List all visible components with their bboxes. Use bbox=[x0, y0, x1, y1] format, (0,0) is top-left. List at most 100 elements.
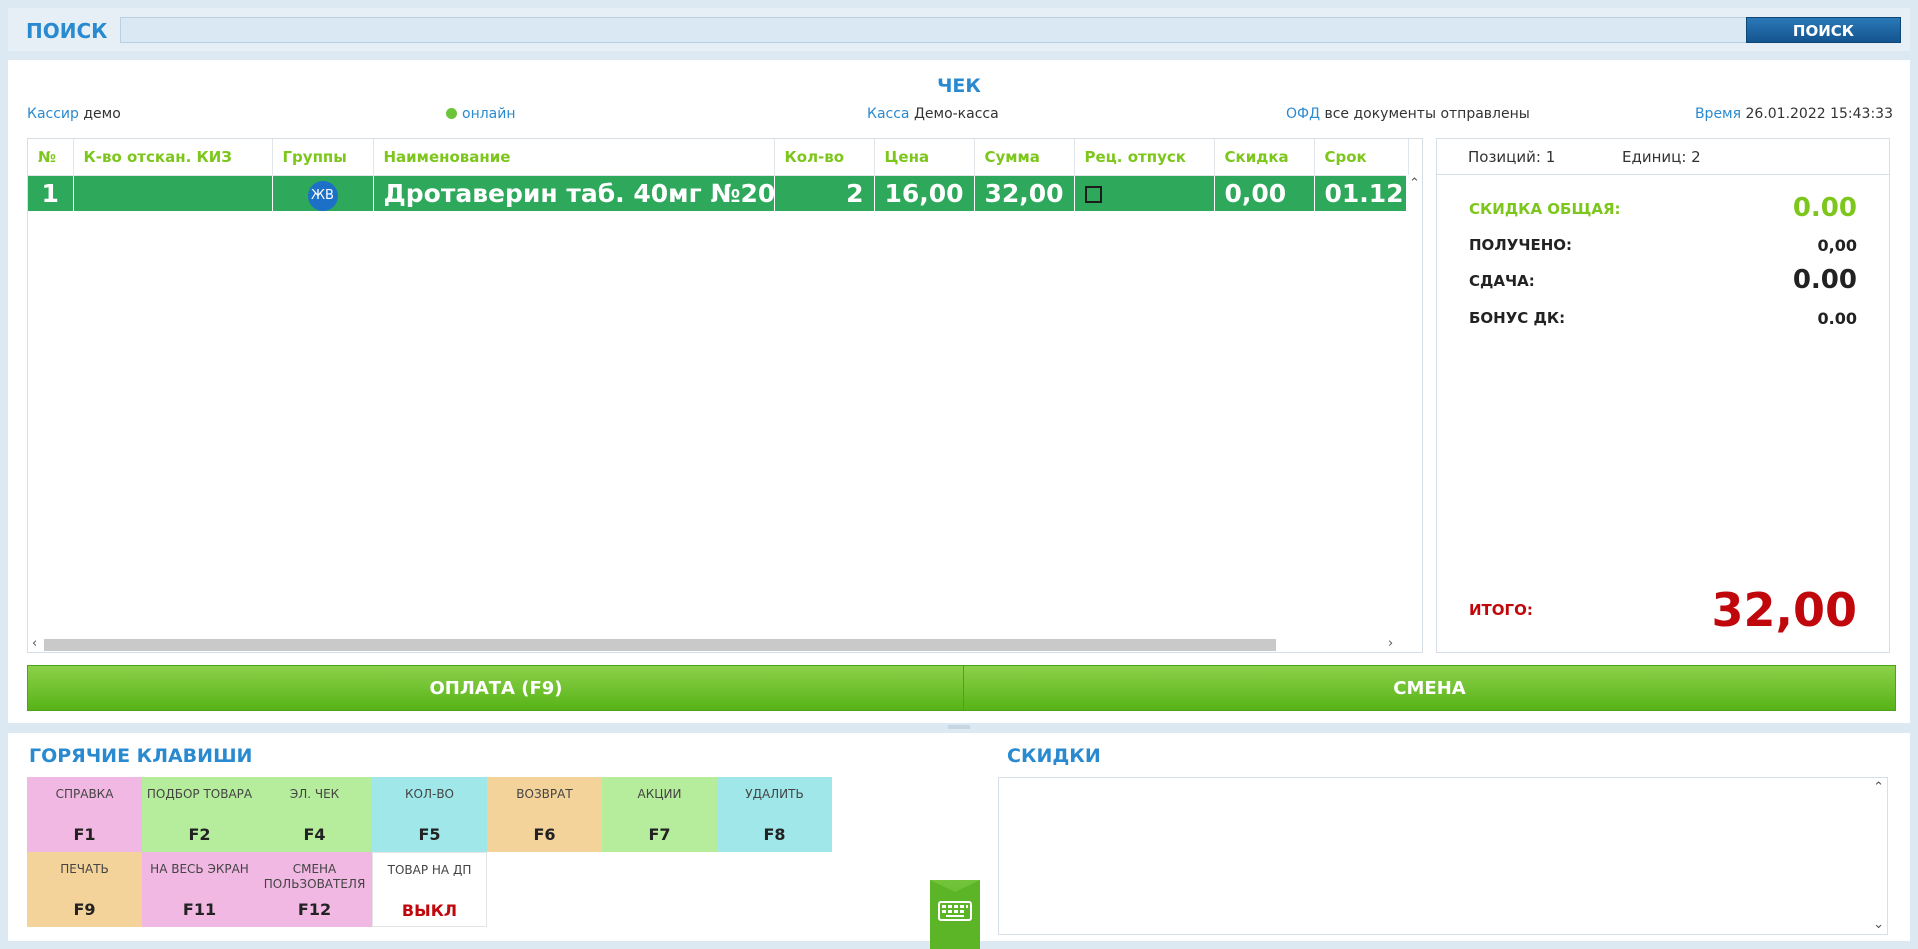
col-header-price[interactable]: Цена bbox=[874, 139, 975, 176]
time-label: Время bbox=[1694, 106, 1742, 122]
positions-count: Позиций: 1 bbox=[1468, 148, 1556, 166]
cell-discount: 0,00 bbox=[1214, 175, 1315, 211]
register-info: Касса Демо-касса bbox=[867, 106, 999, 122]
total-row: ИТОГО: 32,00 bbox=[1469, 583, 1857, 639]
change-value: 0.00 bbox=[1792, 265, 1857, 295]
cell-group: ЖВ bbox=[272, 175, 374, 211]
scrollbar-thumb[interactable] bbox=[44, 639, 1276, 651]
hotkey-promotions[interactable]: АКЦИИ F7 bbox=[602, 777, 717, 852]
hotkey-product-select[interactable]: ПОДБОР ТОВАРА F2 bbox=[142, 777, 257, 852]
group-badge: ЖВ bbox=[307, 180, 338, 211]
receipt-title: ЧЕК bbox=[937, 75, 981, 97]
hotkey-key: F4 bbox=[303, 825, 326, 844]
cashier-info: Кассир демо bbox=[27, 106, 121, 122]
change-row: СДАЧА: 0.00 bbox=[1469, 265, 1857, 297]
col-header-groups[interactable]: Группы bbox=[272, 139, 374, 176]
cashier-label: Кассир bbox=[27, 106, 79, 122]
cell-rx bbox=[1074, 175, 1215, 211]
hotkey-key: F6 bbox=[533, 825, 556, 844]
received-label: ПОЛУЧЕНО: bbox=[1469, 236, 1573, 254]
shift-button[interactable]: СМЕНА bbox=[963, 665, 1896, 711]
hotkey-quantity[interactable]: КОЛ-ВО F5 bbox=[372, 777, 487, 852]
hotkey-label: ЭЛ. ЧЕК bbox=[289, 787, 340, 801]
hotkey-label: ТОВАР НА ДП bbox=[387, 863, 472, 877]
bonus-row: БОНУС ДК: 0.00 bbox=[1469, 307, 1857, 331]
hotkey-fullscreen[interactable]: НА ВЕСЬ ЭКРАН F11 bbox=[142, 852, 257, 927]
hotkey-key: ВЫКЛ bbox=[401, 901, 458, 920]
time-info: Время 26.01.2022 15:43:33 bbox=[1695, 106, 1893, 122]
table-row[interactable]: 1 ЖВ Дротаверин таб. 40мг №20 2 16,00 32… bbox=[28, 175, 1409, 211]
register-value: Демо-касса bbox=[913, 106, 999, 122]
pay-button[interactable]: ОПЛАТА (F9) bbox=[27, 665, 965, 711]
change-label: СДАЧА: bbox=[1469, 272, 1535, 290]
ofd-label: ОФД bbox=[1286, 106, 1321, 122]
discount-value: 0.00 bbox=[1792, 193, 1857, 223]
rx-checkbox[interactable] bbox=[1084, 185, 1102, 203]
hotkey-return[interactable]: ВОЗВРАТ F6 bbox=[487, 777, 602, 852]
hotkey-label: КОЛ-ВО bbox=[405, 787, 454, 801]
col-header-expiry[interactable]: Срок bbox=[1314, 139, 1409, 176]
cell-name: Дротаверин таб. 40мг №20 bbox=[373, 175, 775, 211]
horizontal-scrollbar[interactable]: ‹ › bbox=[28, 636, 1422, 652]
cashier-value: демо bbox=[83, 106, 121, 122]
hotkey-delete[interactable]: УДАЛИТЬ F8 bbox=[717, 777, 832, 852]
cell-expiry: 01.12 bbox=[1314, 175, 1409, 211]
hotkey-label: СМЕНА ПОЛЬЗОВАТЕЛЯ bbox=[263, 862, 366, 891]
search-bar: ПОИСК ПОИСК bbox=[8, 8, 1910, 51]
scroll-down-icon[interactable]: ⌄ bbox=[1873, 918, 1884, 931]
hotkey-label: ВОЗВРАТ bbox=[516, 787, 573, 801]
discounts-title: СКИДКИ bbox=[1007, 745, 1101, 767]
search-title: ПОИСК bbox=[26, 19, 108, 43]
received-value: 0,00 bbox=[1817, 236, 1857, 255]
discount-row: СКИДКА ОБЩАЯ: 0.00 bbox=[1469, 193, 1857, 224]
scroll-right-icon[interactable]: › bbox=[1388, 637, 1393, 650]
cell-kiz bbox=[73, 175, 273, 211]
keyboard-icon bbox=[930, 880, 980, 949]
hotkey-e-receipt[interactable]: ЭЛ. ЧЕК F4 bbox=[257, 777, 372, 852]
col-header-sum[interactable]: Сумма bbox=[974, 139, 1075, 176]
search-button[interactable]: ПОИСК bbox=[1746, 17, 1901, 43]
ofd-value: все документы отправлены bbox=[1324, 106, 1530, 122]
col-header-rx[interactable]: Рец. отпуск bbox=[1074, 139, 1215, 176]
search-input[interactable] bbox=[120, 17, 1750, 43]
hotkey-switch-user[interactable]: СМЕНА ПОЛЬЗОВАТЕЛЯ F12 bbox=[257, 852, 372, 927]
vertical-scrollbar[interactable]: ⌃ ⌄ bbox=[1406, 175, 1422, 652]
hotkeys-title: ГОРЯЧИЕ КЛАВИШИ bbox=[29, 745, 253, 767]
hotkey-key: F11 bbox=[182, 900, 217, 919]
panel-splitter[interactable] bbox=[948, 725, 970, 729]
ofd-info: ОФД все документы отправлены bbox=[1286, 106, 1530, 122]
col-header-num[interactable]: № bbox=[28, 139, 74, 176]
hotkey-print[interactable]: ПЕЧАТЬ F9 bbox=[27, 852, 142, 927]
total-value: 32,00 bbox=[1711, 583, 1857, 637]
hotkey-key: F2 bbox=[188, 825, 211, 844]
register-label: Касса bbox=[867, 106, 910, 122]
hotkey-item-dp[interactable]: ТОВАР НА ДП ВЫКЛ bbox=[372, 852, 487, 927]
cell-num: 1 bbox=[28, 175, 74, 211]
col-header-name[interactable]: Наименование bbox=[373, 139, 775, 176]
receipt-panel: ЧЕК Кассир демо онлайн Касса Демо-касса … bbox=[8, 60, 1910, 723]
cell-price: 16,00 bbox=[874, 175, 975, 211]
connection-status: онлайн bbox=[446, 106, 516, 122]
items-table: № К-во отскан. КИЗ Группы Наименование К… bbox=[27, 138, 1423, 653]
col-header-kiz[interactable]: К-во отскан. КИЗ bbox=[73, 139, 273, 176]
keyboard-toggle[interactable] bbox=[930, 880, 980, 949]
status-text: онлайн bbox=[462, 106, 516, 122]
hotkey-label: СПРАВКА bbox=[55, 787, 114, 801]
total-label: ИТОГО: bbox=[1469, 601, 1533, 619]
bonus-label: БОНУС ДК: bbox=[1469, 309, 1566, 327]
hotkey-key: F12 bbox=[297, 900, 332, 919]
scroll-up-icon[interactable]: ⌃ bbox=[1409, 177, 1420, 190]
hotkey-label: НА ВЕСЬ ЭКРАН bbox=[150, 862, 249, 876]
summary-header: Позиций: 1 Единиц: 2 bbox=[1437, 139, 1889, 175]
bonus-value: 0.00 bbox=[1817, 309, 1857, 328]
scroll-left-icon[interactable]: ‹ bbox=[32, 637, 37, 650]
cell-qty: 2 bbox=[774, 175, 875, 211]
scroll-up-icon[interactable]: ⌃ bbox=[1873, 781, 1884, 794]
hotkey-help[interactable]: СПРАВКА F1 bbox=[27, 777, 142, 852]
hotkey-key: F7 bbox=[648, 825, 671, 844]
col-header-discount[interactable]: Скидка bbox=[1214, 139, 1315, 176]
hotkey-label: АКЦИИ bbox=[637, 787, 682, 801]
col-header-qty[interactable]: Кол-во bbox=[774, 139, 875, 176]
cell-sum: 32,00 bbox=[974, 175, 1075, 211]
discounts-list[interactable]: ⌃ ⌄ bbox=[998, 777, 1888, 935]
